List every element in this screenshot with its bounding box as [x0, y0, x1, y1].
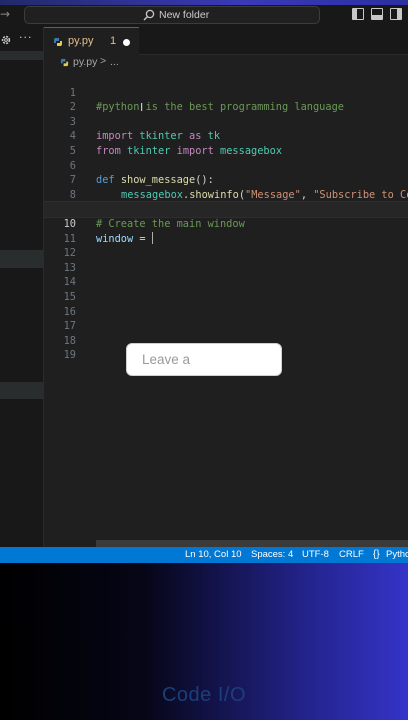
mouse-ibeam-cursor-icon: I: [140, 101, 144, 114]
unsaved-dot-icon[interactable]: [123, 39, 130, 46]
code-line: 7 messagebox.showinfo("Message", "Subscr…: [44, 159, 408, 201]
code-line: 4 from tkinter import messagebox: [44, 115, 408, 157]
line-ending[interactable]: CRLF: [339, 549, 364, 560]
brand-banner: Code I/O: [0, 563, 408, 720]
code-line: 8: [44, 173, 408, 201]
line-number: 19: [63, 349, 76, 362]
code-line: 9 # Create the main window: [44, 188, 408, 230]
code-line: 17: [44, 305, 408, 332]
code-line: 6 def show_message():: [44, 144, 408, 187]
sidebar-row[interactable]: [0, 51, 43, 60]
braces-icon: {}: [373, 549, 380, 560]
title-bar: → New folder: [0, 5, 408, 27]
cursor-position[interactable]: Ln 10, Col 10: [185, 549, 242, 560]
code-line: 2: [44, 86, 408, 113]
language-mode[interactable]: Pytho: [386, 549, 408, 560]
breadcrumb-separator: >: [100, 55, 107, 67]
toggle-primary-sidebar-icon[interactable]: [352, 8, 364, 20]
gear-icon[interactable]: [0, 34, 12, 46]
code-line: 13: [44, 246, 408, 274]
sidebar: ···: [0, 27, 44, 547]
more-actions-icon[interactable]: ···: [19, 31, 33, 44]
sidebar-row[interactable]: [0, 250, 43, 268]
code-line: 1 #python is the best programming langua…: [44, 71, 408, 114]
tab-py-py[interactable]: py.py 1: [44, 27, 139, 55]
code-line: 12: [44, 232, 408, 259]
comment-prompt-box[interactable]: Leave a: [126, 343, 282, 376]
code-line: 5: [44, 129, 408, 157]
code-line: 18: [44, 319, 408, 347]
status-bar: Ln 10, Col 10 Spaces: 4 UTF-8 CRLF {} Py…: [0, 547, 408, 563]
file-encoding[interactable]: UTF-8: [302, 549, 329, 560]
command-center-search[interactable]: New folder: [24, 6, 320, 24]
layout-controls: [352, 8, 402, 22]
indentation-setting[interactable]: Spaces: 4: [251, 549, 293, 560]
horizontal-scrollbar[interactable]: [96, 540, 408, 547]
back-arrow-icon[interactable]: →: [0, 7, 10, 21]
search-icon: [143, 9, 155, 21]
problem-count: 1: [110, 35, 117, 47]
toggle-secondary-sidebar-icon[interactable]: [390, 8, 402, 20]
toggle-panel-icon[interactable]: [371, 8, 383, 20]
code-line: 3 import tkinter as tk: [44, 100, 408, 143]
brand-name: Code I/O: [161, 684, 247, 706]
breadcrumb-file[interactable]: py.py: [73, 56, 97, 68]
code-line: 14: [44, 261, 408, 288]
breadcrumb: py.py > ...: [44, 55, 408, 71]
sidebar-row[interactable]: [0, 382, 43, 399]
comment-prompt-text: Leave a: [142, 352, 191, 367]
code-line-current: 10 window =: [44, 201, 408, 245]
tab-label: py.py: [68, 35, 94, 47]
code-editor[interactable]: 1 #python is the best programming langua…: [44, 71, 408, 547]
tab-bar: py.py 1: [44, 27, 408, 55]
code-line: 11: [44, 217, 408, 245]
search-text: New folder: [159, 9, 210, 21]
code-line: 16: [44, 290, 408, 318]
code-line: 15: [44, 275, 408, 303]
python-file-icon: [53, 38, 63, 46]
breadcrumb-symbols[interactable]: ...: [110, 56, 119, 68]
python-file-icon: [60, 58, 69, 67]
